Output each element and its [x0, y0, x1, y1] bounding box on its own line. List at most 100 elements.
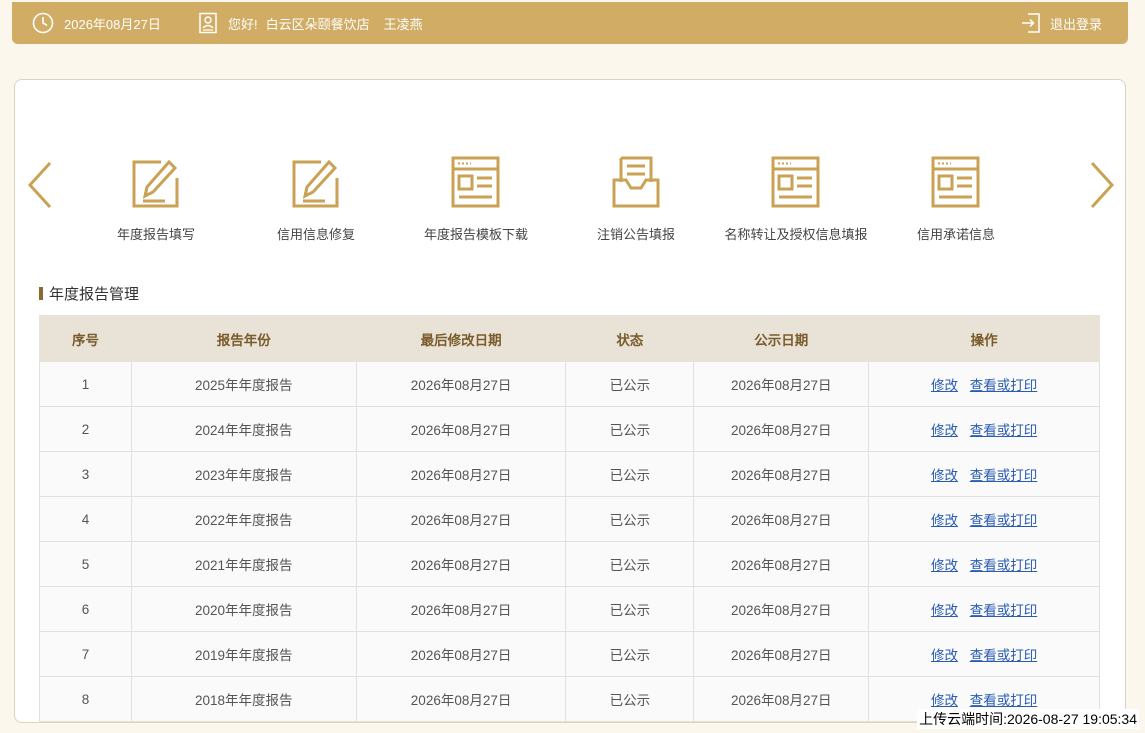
cell-status: 已公示 [565, 406, 695, 452]
edit-link[interactable]: 修改 [931, 423, 958, 438]
cell-no: 1 [39, 361, 132, 407]
main-card: 年度报告填写 信用信息修复 年度报告模板下载 注销公告填报 名称转让及授权信息填… [14, 79, 1126, 723]
id-card-icon [198, 12, 218, 34]
chevron-left-icon [25, 161, 55, 214]
edit-link[interactable]: 修改 [931, 693, 958, 708]
table-row: 7 2019年年度报告 2026年08月27日 已公示 2026年08月27日 … [39, 631, 1100, 677]
cell-actions: 修改 查看或打印 [868, 586, 1100, 632]
document-template-icon [451, 154, 501, 210]
table-row: 2 2024年年度报告 2026年08月27日 已公示 2026年08月27日 … [39, 406, 1100, 452]
edit-form-icon [131, 154, 181, 210]
cell-modified: 2026年08月27日 [355, 361, 567, 407]
cell-actions: 修改 查看或打印 [868, 496, 1100, 542]
cell-year: 2019年年度报告 [130, 631, 357, 677]
cell-published: 2026年08月27日 [693, 496, 870, 542]
logout-icon [1020, 12, 1042, 34]
edit-link[interactable]: 修改 [931, 378, 958, 393]
view-print-link[interactable]: 查看或打印 [970, 423, 1038, 438]
edit-link[interactable]: 修改 [931, 468, 958, 483]
cell-year: 2022年年度报告 [130, 496, 357, 542]
cell-published: 2026年08月27日 [693, 541, 870, 587]
col-header-year: 报告年份 [130, 315, 357, 362]
cell-no: 6 [39, 586, 132, 632]
tile-name-transfer[interactable]: 名称转让及授权信息填报 [721, 150, 871, 250]
section-title: 年度报告管理 [39, 283, 139, 304]
view-print-link[interactable]: 查看或打印 [970, 603, 1038, 618]
tile-label: 名称转让及授权信息填报 [724, 227, 868, 242]
cell-status: 已公示 [565, 541, 695, 587]
tile-annual-report-fill[interactable]: 年度报告填写 [81, 150, 231, 250]
upload-time-stamp: 上传云端时间:2026-08-27 19:05:34 [917, 709, 1139, 729]
edit-link[interactable]: 修改 [931, 558, 958, 573]
inbox-tray-icon [611, 154, 661, 210]
document-template-icon [931, 154, 981, 210]
cell-year: 2024年年度报告 [130, 406, 357, 452]
view-print-link[interactable]: 查看或打印 [970, 378, 1038, 393]
cell-actions: 修改 查看或打印 [868, 631, 1100, 677]
view-print-link[interactable]: 查看或打印 [970, 513, 1038, 528]
table-row: 3 2023年年度报告 2026年08月27日 已公示 2026年08月27日 … [39, 451, 1100, 497]
user-name: 王凌燕 [383, 16, 423, 32]
cell-year: 2020年年度报告 [130, 586, 357, 632]
annual-report-table: 序号 报告年份 最后修改日期 状态 公示日期 操作 1 2025年年度报告 20… [39, 315, 1100, 722]
col-header-status: 状态 [565, 315, 695, 362]
tile-credit-repair[interactable]: 信用信息修复 [241, 150, 391, 250]
tile-label: 注销公告填报 [596, 227, 675, 242]
cell-modified: 2026年08月27日 [355, 586, 567, 632]
view-print-link[interactable]: 查看或打印 [970, 693, 1038, 708]
cell-year: 2023年年度报告 [130, 451, 357, 497]
company-name: 白云区朵颐餐饮店 [265, 16, 370, 32]
tile-cancellation-notice[interactable]: 注销公告填报 [561, 150, 711, 250]
carousel-prev-button[interactable] [25, 160, 55, 215]
carousel-next-button[interactable] [1087, 160, 1117, 215]
cell-status: 已公示 [565, 451, 695, 497]
cell-status: 已公示 [565, 361, 695, 407]
cell-modified: 2026年08月27日 [355, 631, 567, 677]
cell-published: 2026年08月27日 [693, 361, 870, 407]
cell-published: 2026年08月27日 [693, 631, 870, 677]
logout-button[interactable]: 退出登录 [1020, 2, 1102, 44]
edit-link[interactable]: 修改 [931, 603, 958, 618]
cell-modified: 2026年08月27日 [355, 676, 567, 722]
cell-status: 已公示 [565, 496, 695, 542]
col-header-published: 公示日期 [693, 315, 870, 362]
cell-year: 2021年年度报告 [130, 541, 357, 587]
cell-actions: 修改 查看或打印 [868, 361, 1100, 407]
cell-no: 5 [39, 541, 132, 587]
table-row: 4 2022年年度报告 2026年08月27日 已公示 2026年08月27日 … [39, 496, 1100, 542]
edit-link[interactable]: 修改 [931, 648, 958, 663]
table-row: 6 2020年年度报告 2026年08月27日 已公示 2026年08月27日 … [39, 586, 1100, 632]
cell-modified: 2026年08月27日 [355, 496, 567, 542]
cell-no: 2 [39, 406, 132, 452]
cell-no: 7 [39, 631, 132, 677]
section-title-text: 年度报告管理 [49, 286, 140, 303]
view-print-link[interactable]: 查看或打印 [970, 558, 1038, 573]
greeting-text: 您好! [228, 16, 258, 32]
top-header-bar: 2026年08月27日 您好! 白云区朵颐餐饮店 王凌燕 退出登录 [12, 2, 1128, 44]
clock-icon [32, 12, 54, 34]
tile-label: 信用信息修复 [276, 227, 355, 242]
cell-modified: 2026年08月27日 [355, 406, 567, 452]
edit-form-icon [291, 154, 341, 210]
chevron-right-icon [1087, 161, 1117, 214]
cell-published: 2026年08月27日 [693, 406, 870, 452]
cell-published: 2026年08月27日 [693, 451, 870, 497]
cell-actions: 修改 查看或打印 [868, 541, 1100, 587]
cell-modified: 2026年08月27日 [355, 451, 567, 497]
tile-label: 信用承诺信息 [916, 227, 995, 242]
table-header-row: 序号 报告年份 最后修改日期 状态 公示日期 操作 [39, 315, 1100, 362]
col-header-no: 序号 [39, 315, 132, 362]
view-print-link[interactable]: 查看或打印 [970, 648, 1038, 663]
cell-no: 8 [39, 676, 132, 722]
cell-modified: 2026年08月27日 [355, 541, 567, 587]
current-date: 2026年08月27日 [64, 16, 161, 32]
section-marker [39, 287, 43, 300]
view-print-link[interactable]: 查看或打印 [970, 468, 1038, 483]
cell-actions: 修改 查看或打印 [868, 406, 1100, 452]
cell-actions: 修改 查看或打印 [868, 451, 1100, 497]
edit-link[interactable]: 修改 [931, 513, 958, 528]
cell-year: 2018年年度报告 [130, 676, 357, 722]
tile-credit-commitment[interactable]: 信用承诺信息 [881, 150, 1031, 250]
tile-template-download[interactable]: 年度报告模板下载 [401, 150, 551, 250]
col-header-actions: 操作 [868, 315, 1100, 362]
